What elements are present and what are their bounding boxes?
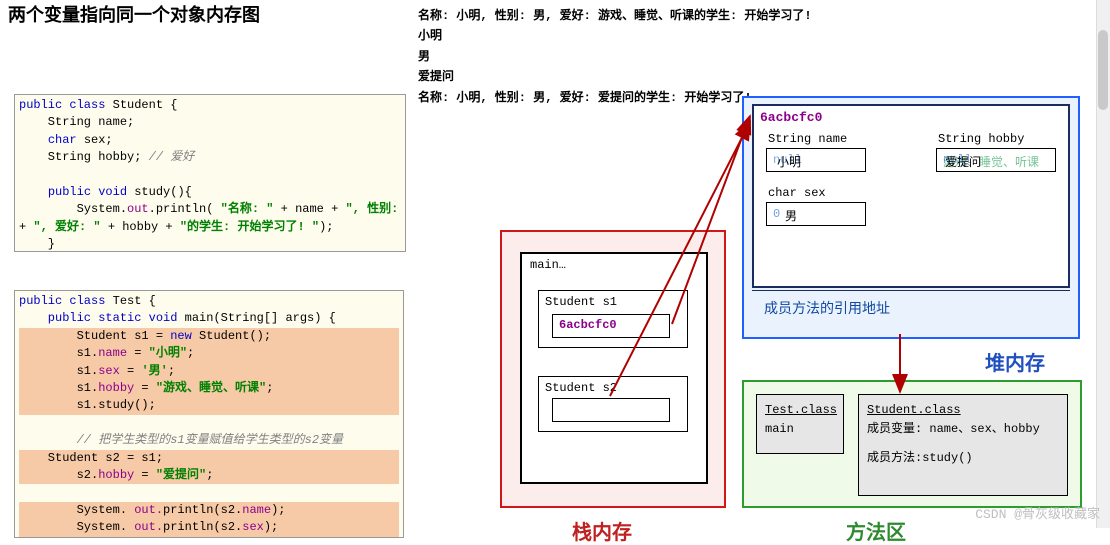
console-line: 名称: 小明, 性别: 男, 爱好: 游戏、睡觉、听课的学生: 开始学习了! (418, 6, 828, 26)
console-line: 爱提问 (418, 67, 828, 87)
heap-name-label: String name (768, 132, 847, 146)
watermark: CSDN @骨灰级收藏家 (975, 503, 1100, 522)
page-title: 两个变量指向同一个对象内存图 (8, 6, 288, 29)
console-line: 男 (418, 47, 828, 67)
method-area-label: 方法区 (846, 516, 906, 545)
stack-var-s1-label: Student s1 (545, 295, 617, 309)
heap-label: 堆内存 (985, 347, 1045, 377)
console-output: 名称: 小明, 性别: 男, 爱好: 游戏、睡觉、听课的学生: 开始学习了! 小… (418, 6, 828, 108)
class-title: Test.class (765, 401, 835, 420)
console-line: 小明 (418, 26, 828, 46)
class-box-student: Student.class 成员变量: name、sex、hobby 成员方法:… (858, 394, 1068, 496)
stack-var-s1-addr: 6acbcfc0 (552, 314, 670, 338)
scrollbar-thumb[interactable] (1098, 30, 1108, 110)
heap-hobby-box: 游戏、睡觉、听课 null 爱提问 (936, 148, 1056, 172)
heap-method-ref: 成员方法的引用地址 (764, 298, 890, 318)
stack-frame-title: main… (530, 258, 566, 272)
stack-main-frame (520, 252, 708, 484)
heap-sex-box: 0 男 (766, 202, 866, 226)
heap-hobby-label: String hobby (938, 132, 1024, 146)
class-members-methods: 成员方法:study() (867, 449, 1059, 468)
heap-object-address: 6acbcfc0 (760, 110, 822, 125)
code-test: public class Test { public static void m… (14, 290, 404, 538)
heap-name-box: null 小明 (766, 148, 866, 172)
code-student: public class Student { String name; char… (14, 94, 406, 252)
class-box-test: Test.class main (756, 394, 844, 454)
heap-divider (752, 290, 1070, 291)
class-members-vars: 成员变量: name、sex、hobby (867, 420, 1059, 439)
class-member: main (765, 420, 835, 439)
stack-label: 栈内存 (572, 516, 632, 545)
scrollbar[interactable] (1096, 0, 1110, 528)
stack-var-s2-label: Student s2 (545, 381, 617, 395)
heap-sex-label: char sex (768, 186, 826, 200)
class-title: Student.class (867, 401, 1059, 420)
stack-var-s2-addr (552, 398, 670, 422)
